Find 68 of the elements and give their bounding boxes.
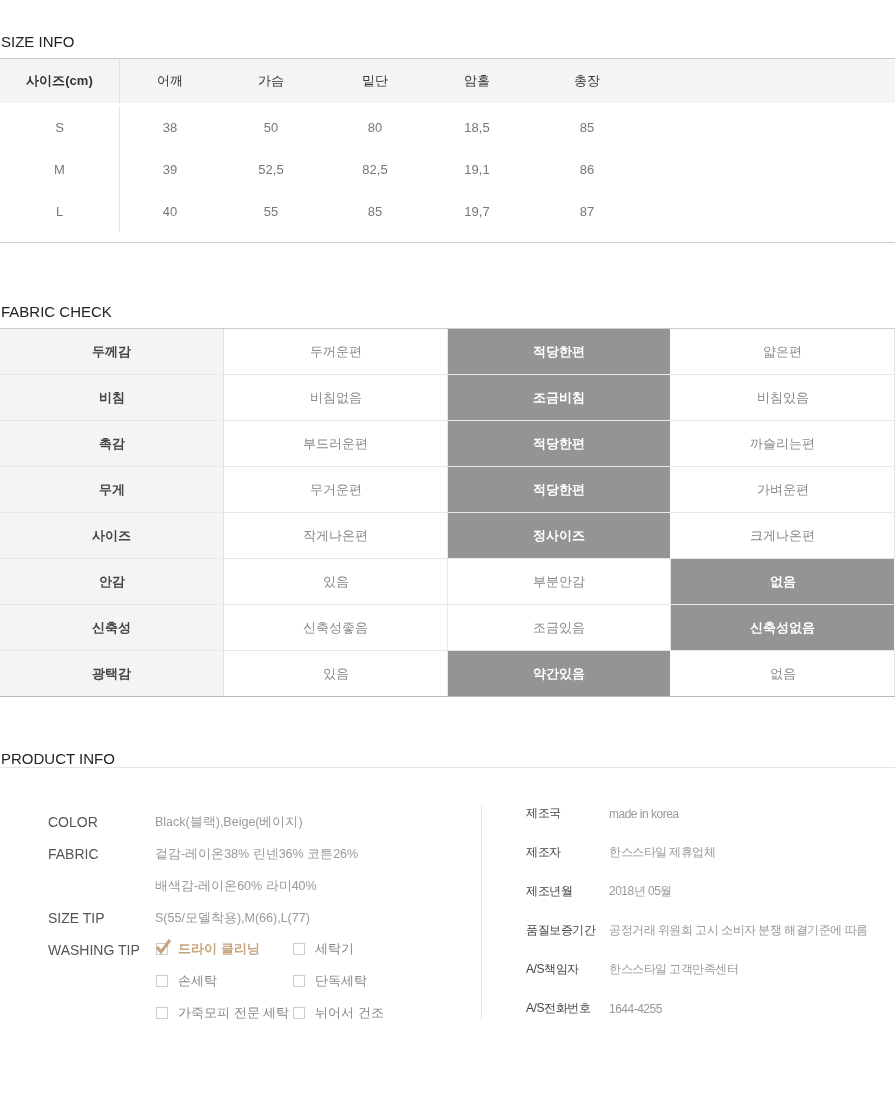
table-cell-text: 40 (161, 202, 179, 221)
field-value: Black(블랙),Beige(베이지) (155, 814, 304, 831)
field-value: made in korea (609, 806, 680, 821)
field-value: 공정거래 위원회 고시 소비자 분쟁 해결기준에 따름 (609, 922, 869, 939)
field-label: SIZE TIP (48, 909, 106, 928)
table-cell: 없음 (671, 559, 895, 604)
field-label: FABRIC (48, 845, 100, 864)
field-value: 겉감-레이온38% 린넨36% 코튼26% (155, 846, 360, 863)
table-cell: 적당한편 (448, 467, 671, 512)
row-label: 광택감 (0, 651, 224, 696)
option-label: 손세탁 (178, 972, 217, 990)
table-cell-text: 85 (366, 202, 384, 221)
row-label: 사이즈 (0, 513, 224, 558)
table-cell: 적당한편 (448, 421, 671, 466)
table-cell: 조금비침 (448, 375, 671, 420)
field-value: 1644-4255 (609, 1001, 663, 1016)
table-cell-text: 50 (262, 118, 280, 137)
table-cell-text: 55 (262, 202, 280, 221)
table-cell-text: 86 (578, 160, 596, 179)
option-label: 단독세탁 (315, 972, 367, 990)
table-cell: L (0, 190, 120, 232)
option-label: 세탁기 (315, 940, 354, 958)
field-label: 제조국 (526, 805, 562, 822)
column-header: 총장 (573, 72, 601, 90)
row-label: 두께감 (0, 329, 224, 374)
row-label: 안감 (0, 559, 224, 604)
field-label: 제조년월 (526, 883, 574, 900)
field-label: 제조자 (526, 844, 562, 861)
field-value: 한스스타일 고객만족센터 (609, 961, 740, 978)
row-label: 신축성 (0, 605, 224, 650)
table-cell-text: 38 (161, 118, 179, 137)
field-value: S(55/모델착용),M(66),L(77) (155, 910, 311, 927)
section-title: FABRIC CHECK (0, 302, 113, 322)
table-cell: 약간있음 (448, 651, 671, 696)
table-cell-text: 80 (366, 118, 384, 137)
field-value: 2018년 05월 (609, 883, 673, 900)
section-title: PRODUCT INFO (0, 749, 116, 767)
checkbox[interactable] (155, 939, 171, 955)
option-label: 뉘어서 건조 (315, 1004, 384, 1022)
field-label: 품질보증기간 (526, 922, 597, 939)
field-label: A/S책임자 (526, 961, 580, 978)
table-cell-text: 19,1 (463, 160, 491, 179)
row-label: 촉감 (0, 421, 224, 466)
column-header: 밑단 (361, 72, 389, 90)
option-label: 가죽모피 전문 세탁 (178, 1004, 290, 1022)
row-label: 비침 (0, 375, 224, 420)
table-cell: 적당한편 (448, 329, 671, 374)
option-label: 드라이 클리닝 (178, 940, 260, 958)
table-cell-text: 82,5 (361, 160, 389, 179)
table-cell: 정사이즈 (448, 513, 671, 558)
field-label: WASHING TIP (48, 941, 141, 960)
field-value: 배색감-레이온60% 라미40% (155, 878, 318, 895)
column-header: 어깨 (156, 72, 184, 90)
column-header: 가슴 (257, 72, 285, 90)
field-label: COLOR (48, 813, 99, 832)
column-header: 사이즈(cm) (0, 59, 120, 103)
table-cell-text: 39 (161, 160, 179, 179)
section-title: SIZE INFO (0, 32, 76, 52)
column-header: 암홀 (463, 72, 491, 90)
row-label: 무게 (0, 467, 224, 512)
field-value: 한스스타일 제휴업체 (609, 844, 717, 861)
table-cell-text: 18,5 (463, 118, 491, 137)
table-cell-text: 19,7 (463, 202, 491, 221)
table-cell-text: 52,5 (257, 160, 285, 179)
table-cell: 신축성없음 (671, 605, 895, 650)
table-cell-text: 87 (578, 202, 596, 221)
table-cell-text: 85 (578, 118, 596, 137)
field-label: A/S전화번호 (526, 1000, 592, 1017)
